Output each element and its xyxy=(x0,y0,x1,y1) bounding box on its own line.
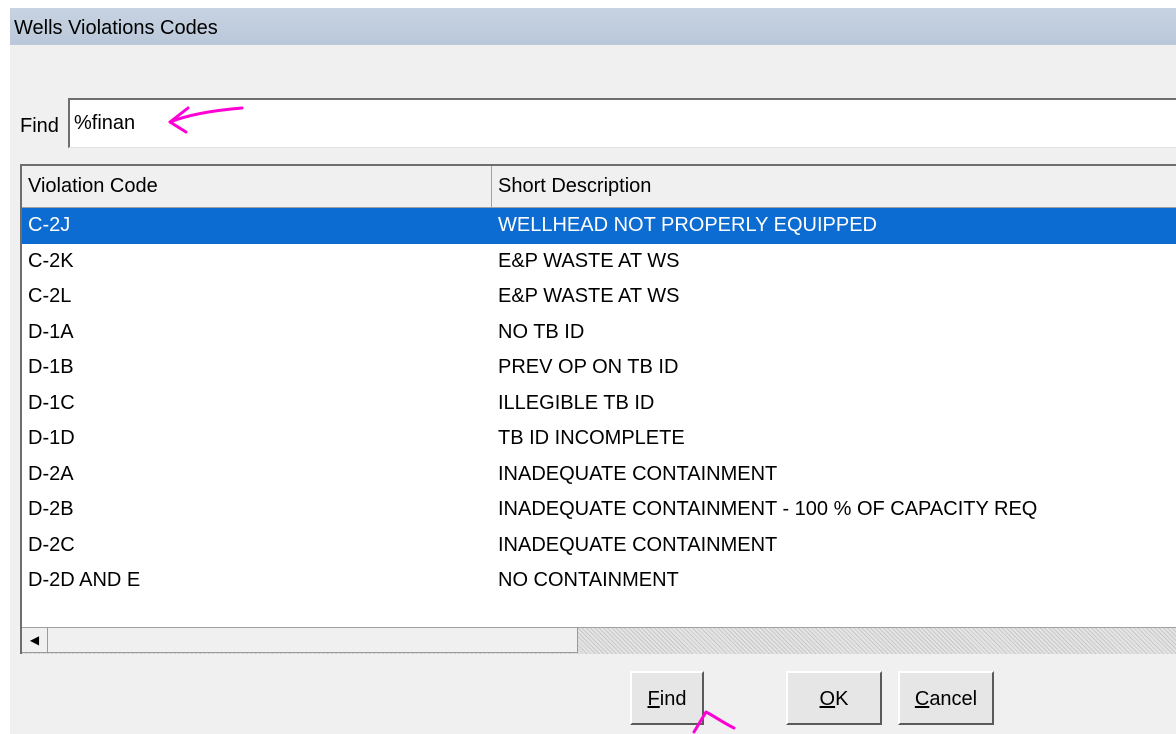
cell-short-description: WELLHEAD NOT PROPERLY EQUIPPED xyxy=(498,214,877,236)
cell-short-description: INADEQUATE CONTAINMENT xyxy=(498,462,778,485)
violations-table[interactable]: Violation Code Short Description C-2J WEL… xyxy=(20,164,1176,654)
cancel-button[interactable]: Cancel xyxy=(898,671,994,725)
table-row[interactable]: D-2B INADEQUATE CONTAINMENT - 100 % OF CA… xyxy=(22,492,1176,528)
arrow-annotation-icon xyxy=(168,106,244,134)
cell-short-description: PREV OP ON TB ID xyxy=(498,356,679,378)
table-row[interactable]: C-2L E&P WASTE AT WS xyxy=(22,279,1176,315)
cell-violation-code: C-2L xyxy=(28,285,72,307)
table-row[interactable]: D-2D AND E NO CONTAINMENT xyxy=(22,563,1176,599)
ok-button[interactable]: OK xyxy=(786,671,882,725)
find-button-mnemonic: F xyxy=(647,688,660,710)
column-header-short-description[interactable]: Short Description xyxy=(492,166,1176,207)
cell-short-description: INADEQUATE CONTAINMENT xyxy=(498,533,778,556)
cell-short-description: E&P WASTE AT WS xyxy=(498,249,680,272)
ok-button-label: K xyxy=(835,688,849,710)
ok-button-mnemonic: O xyxy=(819,688,836,710)
table-row[interactable]: C-2J WELLHEAD NOT PROPERLY EQUIPPED xyxy=(22,208,1176,244)
cell-short-description: ILLEGIBLE TB ID xyxy=(498,391,655,414)
cell-violation-code: D-1C xyxy=(28,391,75,414)
cancel-button-label: ancel xyxy=(929,688,978,710)
find-label: Find xyxy=(20,115,59,137)
find-button-label: ind xyxy=(659,688,687,710)
cell-short-description: NO TB ID xyxy=(498,320,585,343)
cell-violation-code: D-2A xyxy=(28,462,74,485)
cell-violation-code: C-2K xyxy=(28,249,74,272)
cell-violation-code: C-2J xyxy=(28,214,71,236)
cell-violation-code: D-2B xyxy=(28,498,74,520)
arrow-annotation-icon xyxy=(692,710,736,734)
table-row[interactable]: D-1A NO TB ID xyxy=(22,315,1176,351)
table-body: C-2J WELLHEAD NOT PROPERLY EQUIPPED C-2K E&… xyxy=(22,208,1176,599)
cell-short-description: NO CONTAINMENT xyxy=(498,569,679,591)
cell-short-description: INADEQUATE CONTAINMENT - 100 % OF CAPACI… xyxy=(498,498,1038,520)
table-row[interactable]: D-1C ILLEGIBLE TB ID xyxy=(22,386,1176,422)
cell-violation-code: D-1D xyxy=(28,427,75,449)
cell-violation-code: D-1B xyxy=(28,356,74,378)
cell-violation-code: D-1A xyxy=(28,320,74,343)
table-row[interactable]: D-2A INADEQUATE CONTAINMENT xyxy=(22,457,1176,493)
table-row[interactable]: D-2C INADEQUATE CONTAINMENT xyxy=(22,528,1176,564)
cell-violation-code: D-2C xyxy=(28,533,75,556)
scroll-left-arrow-icon[interactable]: ◀ xyxy=(22,628,48,653)
table-row[interactable]: D-1D TB ID INCOMPLETE xyxy=(22,421,1176,457)
scroll-thumb[interactable] xyxy=(48,628,578,653)
cancel-button-mnemonic: C xyxy=(914,688,930,710)
table-header: Violation Code Short Description xyxy=(22,166,1176,208)
table-row[interactable]: C-2K E&P WASTE AT WS xyxy=(22,244,1176,280)
cell-short-description: TB ID INCOMPLETE xyxy=(498,427,685,449)
table-row[interactable]: D-1B PREV OP ON TB ID xyxy=(22,350,1176,386)
window-title: Wells Violations Codes xyxy=(14,17,218,39)
title-bar: Wells Violations Codes xyxy=(10,8,1176,45)
horizontal-scrollbar[interactable]: ◀ xyxy=(22,627,1176,654)
column-header-violation-code[interactable]: Violation Code xyxy=(22,166,492,207)
cell-violation-code: D-2D AND E xyxy=(28,569,141,591)
cell-short-description: E&P WASTE AT WS xyxy=(498,285,680,307)
